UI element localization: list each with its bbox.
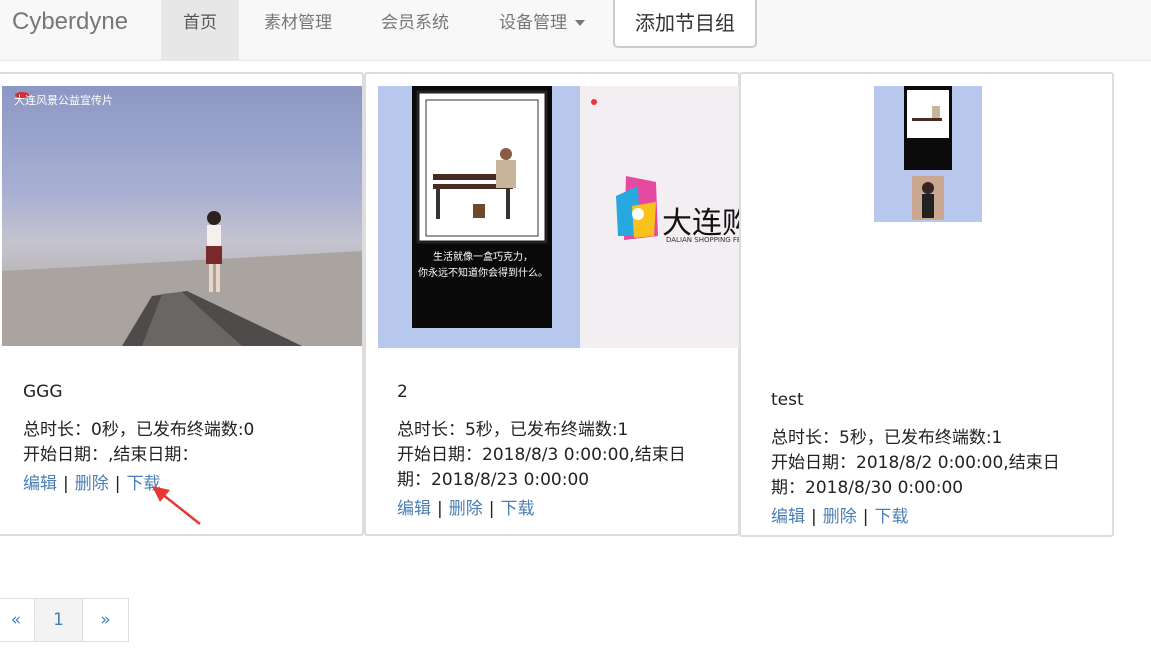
navbar: Cyberdyne 首页 素材管理 会员系统 设备管理 添加节目组 — [0, 0, 1151, 61]
card-actions: 编辑 | 删除 | 下载 — [397, 494, 534, 519]
program-card: 生活就像一盒巧克力， 你永远不知道你会得到什么。 大连购物 DALIAN SHO… — [364, 72, 742, 536]
duration-text: 总时长：5秒，已发布终端数:1 — [397, 420, 629, 440]
annotation-arrow-icon — [152, 486, 201, 525]
download-link[interactable]: 下载 — [500, 499, 534, 519]
nav-item-home[interactable]: 首页 — [161, 0, 239, 60]
caret-down-icon — [575, 20, 585, 26]
pagination: « 1 » — [0, 598, 129, 642]
duration-text: 总时长：0秒，已发布终端数:0 — [23, 420, 255, 440]
separator: | — [862, 507, 869, 527]
pagination-prev[interactable]: « — [0, 598, 35, 642]
mini-collage — [904, 86, 952, 220]
separator: | — [488, 499, 495, 519]
nav-item-devices[interactable]: 设备管理 — [477, 0, 607, 60]
separator: | — [811, 507, 817, 527]
pagination-next[interactable]: » — [82, 598, 129, 642]
poster-line-1: 生活就像一盒巧克力， — [433, 252, 533, 263]
download-link[interactable]: 下载 — [874, 507, 908, 527]
brand-logo[interactable]: Cyberdyne — [12, 8, 128, 36]
nav-item-members[interactable]: 会员系统 — [359, 0, 471, 60]
thumb-caption: 大连风景公益宣传片 — [14, 94, 113, 107]
card-info: 总时长：5秒，已发布终端数:1 开始日期：2018/8/3 0:00:00,结束… — [397, 418, 686, 493]
card-title: GGG — [23, 382, 63, 402]
date-text-cont: 期：2018/8/23 0:00:00 — [397, 470, 590, 490]
delete-link[interactable]: 删除 — [823, 507, 857, 527]
edit-link[interactable]: 编辑 — [23, 474, 57, 494]
card-title: 2 — [397, 382, 408, 402]
date-text-cont: 期：2018/8/30 0:00:00 — [771, 478, 964, 498]
plaza-photo — [2, 92, 362, 346]
separator: | — [437, 499, 443, 519]
card-title: test — [771, 390, 804, 410]
delete-link[interactable]: 删除 — [75, 474, 109, 494]
nav-item-devices-label: 设备管理 — [499, 13, 567, 33]
date-text: 开始日期：2018/8/2 0:00:00,结束日 — [771, 453, 1060, 473]
edit-link[interactable]: 编辑 — [771, 507, 805, 527]
program-card: 大连风景公益宣传片 GGG 总时长：0秒，已发布终端数:0 开始日期：,结束日期… — [0, 72, 364, 536]
edit-link[interactable]: 编辑 — [397, 499, 431, 519]
duration-text: 总时长：5秒，已发布终端数:1 — [771, 428, 1003, 448]
program-thumbnail[interactable]: 大连风景公益宣传片 — [2, 86, 362, 346]
card-actions: 编辑 | 删除 | 下载 — [771, 502, 908, 527]
card-info: 总时长：0秒，已发布终端数:0 开始日期：,结束日期： — [23, 418, 254, 468]
date-text: 开始日期：2018/8/3 0:00:00,结束日 — [397, 445, 686, 465]
separator: | — [114, 474, 121, 494]
separator: | — [63, 474, 69, 494]
card-info: 总时长：5秒，已发布终端数:1 开始日期：2018/8/2 0:00:00,结束… — [771, 426, 1060, 501]
nav-item-materials[interactable]: 素材管理 — [242, 0, 354, 60]
pagination-page[interactable]: 1 — [34, 598, 83, 642]
card-actions: 编辑 | 删除 | 下载 — [23, 469, 160, 494]
date-text: 开始日期：,结束日期： — [23, 445, 199, 465]
program-card: test 总时长：5秒，已发布终端数:1 开始日期：2018/8/2 0:00:… — [739, 72, 1114, 537]
program-thumbnail[interactable]: 生活就像一盒巧克力， 你永远不知道你会得到什么。 大连购物 DALIAN SHO… — [378, 86, 742, 348]
delete-link[interactable]: 删除 — [449, 499, 483, 519]
poster-line-2: 你永远不知道你会得到什么。 — [418, 268, 548, 279]
program-thumbnail[interactable] — [874, 86, 982, 222]
add-program-group-button[interactable]: 添加节目组 — [613, 0, 757, 48]
poster-sub-text: DALIAN SHOPPING FES — [666, 236, 742, 244]
